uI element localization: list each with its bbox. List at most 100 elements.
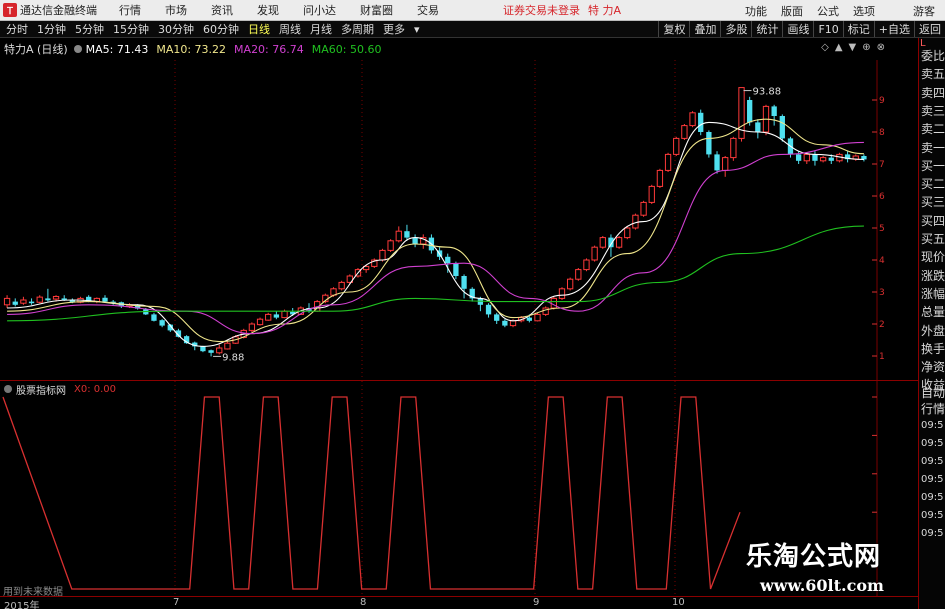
candle-body — [485, 304, 492, 315]
ma60-value: MA60: 50.60 — [311, 42, 382, 56]
period-60min[interactable]: 60分钟 — [201, 21, 241, 37]
candle-body — [36, 296, 43, 303]
candle-body — [256, 318, 264, 326]
period-5min[interactable]: 5分钟 — [73, 21, 106, 37]
period-daily[interactable]: 日线 — [246, 21, 272, 37]
candle-body — [387, 240, 394, 251]
candlestick-chart[interactable]: 90.00 80.00 70.00 60.00 50.00 40.00 30.00 20.00… — [0, 60, 885, 380]
candle-body — [583, 259, 590, 271]
zoom-in-icon[interactable]: ⊕ — [862, 42, 870, 53]
settings-dot-icon[interactable] — [73, 45, 82, 53]
menu-item-discover[interactable]: 发现 — [257, 2, 279, 18]
side-label: 买三 — [921, 195, 945, 210]
period-15min[interactable]: 15分钟 — [111, 21, 151, 37]
side-time: 09:5 — [921, 456, 944, 467]
period-more[interactable]: 更多 — [381, 21, 407, 37]
candle-body — [656, 169, 664, 187]
guest-account[interactable]: 游客 — [913, 3, 935, 19]
candle-body — [747, 100, 753, 123]
candle-body — [273, 314, 280, 318]
app-brand: 通达信金融终端 — [20, 4, 97, 17]
date-label-jul: 7 — [173, 597, 180, 608]
menu-item-function[interactable]: 功能 — [745, 3, 767, 19]
ma5-value: MA5: 71.43 — [85, 42, 149, 56]
period-1min[interactable]: 1分钟 — [35, 21, 68, 37]
ma10-value: MA10: 73.22 — [156, 42, 227, 56]
side-label: 卖三 — [921, 103, 945, 118]
side-label: 卖一 — [921, 140, 945, 155]
candle-body — [3, 297, 11, 306]
menu-item-layout[interactable]: 版面 — [781, 3, 803, 19]
candle-body — [566, 278, 574, 290]
candle-body — [771, 106, 777, 116]
candle-body — [248, 323, 256, 331]
period-multi[interactable]: 多周期 — [339, 21, 376, 37]
tab-statistics[interactable]: 统计 — [751, 21, 782, 37]
menu-item-trade[interactable]: 交易 — [417, 2, 439, 18]
side-label: 外盘 — [921, 323, 945, 338]
candle-body — [722, 157, 729, 171]
login-alert[interactable]: 证券交易未登录 — [503, 2, 580, 18]
menu-item-formula[interactable]: 公式 — [817, 3, 839, 19]
arrow-up-icon[interactable]: ▲ — [835, 42, 843, 53]
candle-body — [395, 230, 402, 242]
side-label: 卖五 — [921, 67, 945, 82]
indicator-value: X0: 0.00 — [74, 383, 117, 395]
menu-item-quotes[interactable]: 行情 — [119, 2, 141, 18]
price-tick-label: 40.00 — [879, 256, 885, 266]
quote-side-panel: L 委比 卖五 卖四 卖三 卖二 卖一 买一 买二 买三 买四 买五 现价 涨跌 涨幅 总量 外盘 换手 净资 收益… — [918, 38, 945, 609]
menu-item-market[interactable]: 市场 — [165, 2, 187, 18]
side-quotes[interactable]: 行情 — [921, 400, 945, 417]
period-30min[interactable]: 30分钟 — [156, 21, 196, 37]
ma20-value: MA20: 76.74 — [234, 42, 304, 56]
close-icon[interactable]: ⊗ — [877, 42, 885, 53]
tab-multi-stock[interactable]: 多股 — [720, 21, 751, 37]
menu-item-wealth[interactable]: 财富圈 — [360, 2, 393, 18]
menu-item-ask[interactable]: 问小达 — [303, 2, 336, 18]
watermark: 乐淘公式网 www.60lt.com — [732, 530, 945, 609]
side-label: 买四 — [921, 213, 945, 228]
arrow-down-icon[interactable]: ▼ — [849, 42, 857, 53]
diamond-icon[interactable]: ◇ — [821, 42, 829, 53]
tab-overlay[interactable]: 叠加 — [689, 21, 720, 37]
tab-adjust[interactable]: 复权 — [658, 21, 689, 37]
side-time: 09:5 — [921, 438, 944, 449]
date-label-sep: 9 — [533, 597, 540, 608]
stock-name: 特力A (日线) — [4, 43, 68, 56]
app-logo-icon: Ｔ — [3, 3, 17, 17]
candle-body — [558, 288, 566, 299]
price-tick-label: 60.00 — [879, 192, 885, 202]
indicator-settings-icon[interactable] — [4, 385, 12, 393]
indicator-header: 股票指标网 X0: 0.00 — [0, 382, 117, 397]
candle-body — [681, 125, 688, 139]
candle-body — [412, 237, 418, 244]
candle-body — [265, 313, 272, 321]
date-label-aug: 8 — [360, 597, 367, 608]
indicator-title: 股票指标网 — [16, 385, 66, 397]
candle-body — [502, 320, 508, 326]
candle-body — [640, 201, 647, 216]
candle-body — [159, 320, 165, 326]
side-label: 涨幅 — [921, 286, 945, 301]
candle-body — [714, 154, 720, 171]
period-timeshare[interactable]: 分时 — [4, 21, 30, 37]
price-tick-label: 90.00 — [879, 96, 885, 106]
tab-draw[interactable]: 画线 — [782, 21, 813, 37]
chevron-down-icon[interactable]: ▾ — [412, 23, 422, 36]
side-auto[interactable]: 自动 — [921, 384, 945, 401]
menu-item-options[interactable]: 选项 — [853, 3, 875, 19]
candle-body — [151, 314, 157, 321]
side-label: 总量 — [921, 305, 945, 320]
tab-add-watchlist[interactable]: +自选 — [873, 21, 914, 37]
candle-body — [534, 313, 541, 322]
candle-body — [445, 256, 451, 264]
candle-body — [664, 153, 672, 171]
tab-mark[interactable]: 标记 — [842, 21, 874, 37]
period-monthly[interactable]: 月线 — [308, 21, 334, 37]
tab-back[interactable]: 返回 — [914, 21, 945, 37]
menu-item-news[interactable]: 资讯 — [211, 2, 233, 18]
candle-body — [52, 295, 60, 300]
indicator-line — [2, 396, 741, 590]
period-weekly[interactable]: 周线 — [277, 21, 303, 37]
tab-f10[interactable]: F10 — [813, 21, 842, 37]
